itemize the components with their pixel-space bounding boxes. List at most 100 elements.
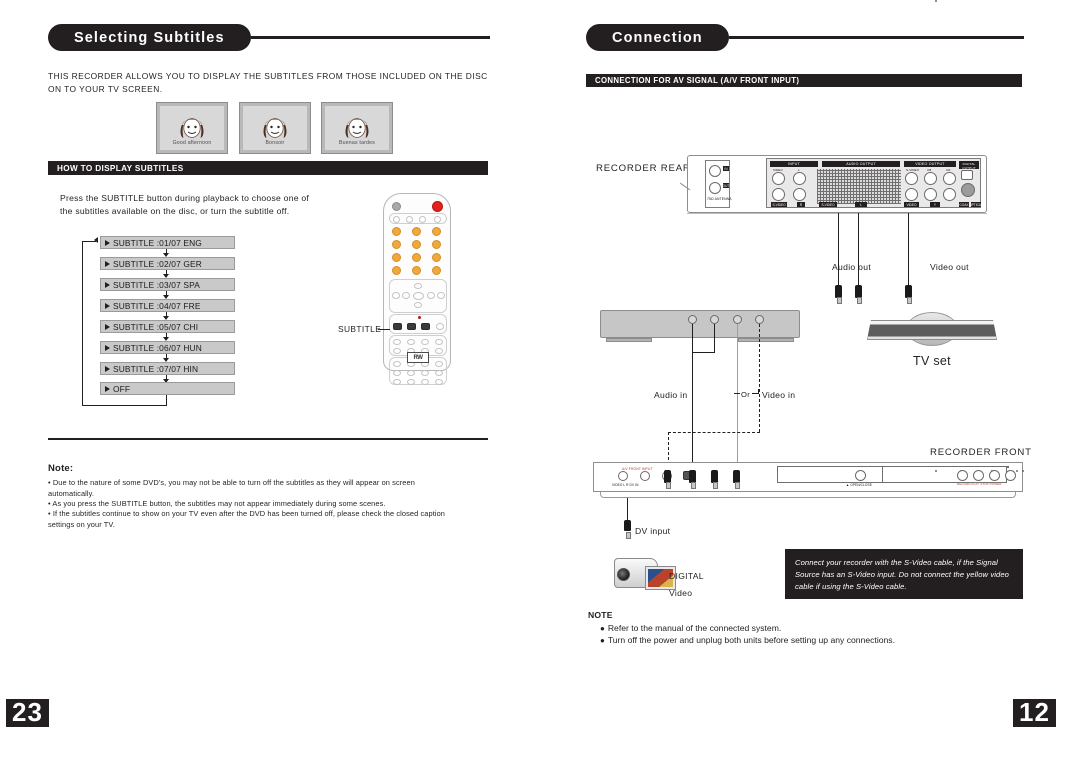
audio-out-cable-right bbox=[858, 213, 859, 285]
remote-pause-button[interactable] bbox=[407, 323, 416, 330]
remote-function-button[interactable] bbox=[393, 348, 401, 354]
remote-stop-button[interactable] bbox=[393, 323, 402, 330]
remote-function-button[interactable] bbox=[407, 339, 415, 345]
video-out-svideo-jack bbox=[905, 172, 918, 185]
remote-power-button[interactable] bbox=[392, 202, 401, 211]
tv-sample-2: Bonsoir bbox=[239, 102, 311, 154]
remote-function-button[interactable] bbox=[435, 379, 443, 385]
remote-nav-left[interactable] bbox=[402, 292, 410, 299]
bullet-icon: ● bbox=[600, 636, 605, 645]
remote-number-2[interactable] bbox=[412, 227, 421, 236]
remote-play-button[interactable] bbox=[421, 323, 430, 330]
remote-subtitle-button[interactable] bbox=[393, 361, 401, 367]
person-face-icon bbox=[263, 118, 287, 138]
source-svideo-cable bbox=[759, 324, 760, 432]
input-left-label: L bbox=[798, 168, 800, 172]
remote-number-3[interactable] bbox=[432, 227, 441, 236]
remote-number-5[interactable] bbox=[412, 240, 421, 249]
remote-function-button[interactable] bbox=[435, 348, 443, 354]
subtitle-option-7[interactable]: SUBTITLE :07/07 HIN bbox=[100, 362, 235, 375]
remote-transport-group bbox=[389, 314, 447, 334]
signal-source-device bbox=[600, 310, 800, 338]
remote-number-6[interactable] bbox=[432, 240, 441, 249]
spacer bbox=[935, 0, 937, 2]
remote-number-7[interactable] bbox=[392, 253, 401, 262]
remote-number-8[interactable] bbox=[412, 253, 421, 262]
remote-nav-up[interactable] bbox=[414, 283, 422, 289]
front-chassis-base bbox=[600, 492, 1016, 498]
remote-nav-down[interactable] bbox=[414, 302, 422, 308]
remote-record-indicator bbox=[418, 316, 421, 319]
audio-out-svideo-label: S-VIDEO bbox=[819, 202, 837, 207]
left-section-header: Selecting Subtitles bbox=[48, 24, 490, 51]
right-note-title: NOTE bbox=[588, 610, 613, 620]
remote-button[interactable] bbox=[393, 216, 400, 223]
remote-prev-button[interactable] bbox=[392, 292, 400, 299]
front-power-button[interactable] bbox=[1005, 470, 1016, 481]
remote-function-button[interactable] bbox=[407, 379, 415, 385]
play-triangle-icon bbox=[105, 323, 110, 330]
remote-function-button[interactable] bbox=[435, 361, 443, 367]
remote-function-button[interactable] bbox=[393, 379, 401, 385]
antenna-in-jack bbox=[709, 165, 721, 177]
remote-function-button[interactable] bbox=[435, 370, 443, 376]
remote-function-button[interactable] bbox=[421, 370, 429, 376]
subtitle-option-1[interactable]: SUBTITLE :01/07 ENG bbox=[100, 236, 235, 249]
front-play-button[interactable] bbox=[973, 470, 984, 481]
remote-number-4[interactable] bbox=[392, 240, 401, 249]
subtitle-option-3[interactable]: SUBTITLE :03/07 SPA bbox=[100, 278, 235, 291]
remote-eject-button[interactable] bbox=[436, 323, 444, 330]
remote-enter-button[interactable] bbox=[432, 266, 441, 275]
source-audio-jack-2 bbox=[710, 315, 719, 324]
remote-record-button[interactable] bbox=[432, 201, 443, 212]
or-leader-tick bbox=[758, 389, 759, 394]
remote-function-button[interactable] bbox=[407, 370, 415, 376]
spacer bbox=[935, 470, 937, 472]
source-audio-cable-join bbox=[692, 352, 715, 353]
right-note-item-2: ● Turn off the power and unplug both uni… bbox=[600, 635, 895, 646]
front-video-in-jack[interactable] bbox=[618, 471, 628, 481]
remote-number-9[interactable] bbox=[432, 253, 441, 262]
remote-nav-right[interactable] bbox=[427, 292, 435, 299]
audio-out-cable-left bbox=[838, 213, 839, 285]
remote-button[interactable] bbox=[434, 216, 441, 223]
front-input-title: A/V FRONT INPUT bbox=[622, 467, 653, 471]
video-plug bbox=[905, 285, 912, 304]
front-stop-button[interactable] bbox=[989, 470, 1000, 481]
video-out-jack-3 bbox=[924, 188, 937, 201]
front-record-button[interactable] bbox=[957, 470, 968, 481]
device-foot-left bbox=[606, 338, 652, 342]
subtitle-option-5[interactable]: SUBTITLE :05/07 CHI bbox=[100, 320, 235, 333]
remote-function-button[interactable] bbox=[393, 370, 401, 376]
subtitle-option-6[interactable]: SUBTITLE :06/07 HUN bbox=[100, 341, 235, 354]
remote-function-button[interactable] bbox=[421, 339, 429, 345]
subtitle-option-label: SUBTITLE :02/07 GER bbox=[113, 258, 202, 269]
tv-set-label: TV set bbox=[913, 354, 951, 368]
video-out-cr-text: CR bbox=[946, 168, 951, 172]
remote-function-button[interactable] bbox=[435, 339, 443, 345]
subtitle-option-2[interactable]: SUBTITLE :02/07 GER bbox=[100, 257, 235, 270]
remote-next-button[interactable] bbox=[437, 292, 445, 299]
remote-function-button[interactable] bbox=[393, 339, 401, 345]
remote-function-button[interactable] bbox=[421, 379, 429, 385]
tv-sample-1: Good afternoon bbox=[156, 102, 228, 154]
remote-number-0[interactable] bbox=[392, 266, 401, 275]
dv-input-cable bbox=[627, 498, 628, 520]
remote-button[interactable] bbox=[419, 216, 426, 223]
dv-plug bbox=[624, 520, 631, 539]
input-svideo-label: S-VIDEO bbox=[771, 202, 787, 207]
play-triangle-icon bbox=[105, 281, 110, 288]
recorder-rear-label: RECORDER REAR bbox=[596, 163, 691, 174]
right-note-item-2-text: Turn off the power and unplug both units… bbox=[607, 635, 895, 645]
subtitle-option-4[interactable]: SUBTITLE :04/07 FRE bbox=[100, 299, 235, 312]
remote-clear-button[interactable] bbox=[412, 266, 421, 275]
howto-text: Press the SUBTITLE button during playbac… bbox=[60, 193, 310, 216]
remote-nav-enter[interactable] bbox=[413, 292, 424, 300]
audio-plug-left bbox=[835, 285, 842, 304]
subtitle-option-off[interactable]: OFF bbox=[100, 382, 235, 395]
remote-number-1[interactable] bbox=[392, 227, 401, 236]
front-jog-dial[interactable] bbox=[855, 470, 866, 481]
remote-button[interactable] bbox=[406, 216, 413, 223]
front-audio-l-jack[interactable] bbox=[640, 471, 650, 481]
tv-set-illustration: TV set bbox=[867, 310, 997, 368]
